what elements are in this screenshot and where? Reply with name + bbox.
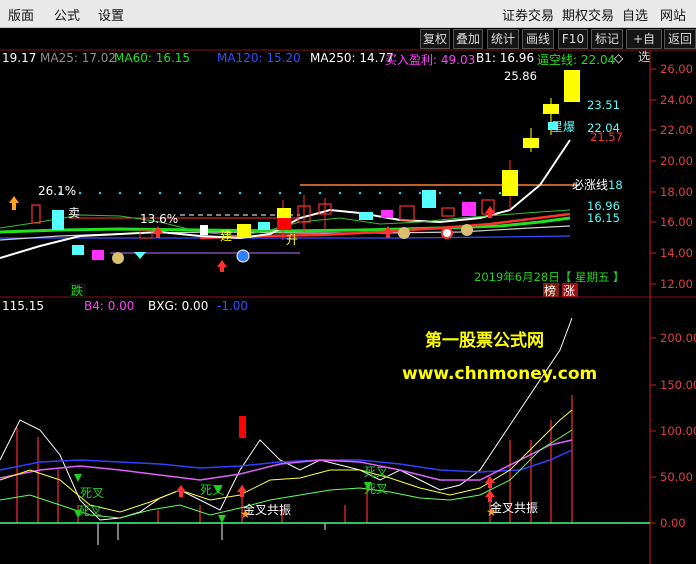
sub-value: 115.15	[2, 299, 44, 313]
b4-value: B4: 0.00	[84, 299, 135, 313]
sub-axis-tick-200: 200.00	[660, 331, 696, 345]
dead-cross-label-3: 死叉	[200, 483, 224, 497]
sub-down-arrows	[74, 474, 372, 523]
dead-cross-label-4: 死叉	[364, 465, 388, 479]
price-label-21: 21.57	[590, 130, 623, 144]
sub-axis-tick-50: 50.00	[660, 470, 693, 484]
sub-indicator-header: 115.15 B4: 0.00 BXG: 0.00 -1.00	[0, 299, 696, 316]
price-label-16-15: 16.15	[587, 211, 620, 225]
axis-tick-16: 16.00	[660, 215, 693, 229]
must-rise-label: 必涨线	[572, 177, 608, 192]
main-price-axis: 26.00 24.00 22.00 20.00 18.00 16.00 14.0…	[650, 62, 693, 291]
diamond-icon[interactable]: ◇	[614, 51, 623, 65]
bxg-value: BXG: 0.00	[148, 299, 209, 313]
b1-value: B1: 16.96	[476, 51, 535, 65]
buy-profit-value: 买入盈利: 49.03	[385, 53, 476, 67]
sub-neg-bars	[97, 523, 326, 545]
ma25-value: MA25: 17.02	[40, 51, 117, 65]
price-label-23: 23.51	[587, 98, 620, 112]
pct-label-13: 13.6%	[140, 212, 178, 226]
axis-tick-14: 14.00	[660, 246, 693, 260]
force-line-value: 逼空线: 22.04	[537, 53, 616, 67]
watermark-title: 第一股票公式网	[425, 330, 544, 351]
dead-cross-label-1: 死叉	[80, 486, 104, 500]
date-label: 2019年6月28日【 星期五 】	[474, 270, 625, 284]
diamond-icon	[134, 252, 146, 259]
sub-red-block	[239, 416, 246, 438]
ma250-value: MA250: 14.77	[310, 51, 394, 65]
watermark-url: www.chnmoney.com	[402, 364, 597, 384]
sell-label: 卖	[68, 206, 80, 220]
sub-value-axis: 200.00 150.00 100.00 50.00 0.00	[650, 331, 696, 530]
ma5-line	[0, 139, 571, 259]
gold-resonance-label-2: 金叉共振	[490, 500, 538, 515]
axis-tick-20: 20.00	[660, 154, 693, 168]
high-price-label: 25.86	[504, 69, 537, 83]
dead-cross-label-5: 死叉	[364, 482, 388, 496]
star-icon: ★	[486, 505, 497, 519]
axis-tick-12: 12.00	[660, 277, 693, 291]
rise-badge-label: 涨	[563, 283, 575, 298]
sub-axis-tick-150: 150.00	[660, 378, 696, 392]
axis-tick-22: 22.00	[660, 123, 693, 137]
ma-value: 19.17	[2, 51, 37, 65]
star-icon: ★	[240, 507, 251, 521]
rank-label: 榜	[544, 283, 556, 298]
build-label: 建	[220, 229, 232, 243]
pct-label-26: 26.1%	[38, 184, 76, 198]
sub-axis-tick-0: 0.00	[660, 516, 686, 530]
main-indicator-header: 19.17 MA25: 17.02 MA60: 16.15 MA120: 15.…	[0, 51, 696, 68]
dead-cross-label-2: 死叉	[78, 504, 102, 518]
neg-value: -1.00	[217, 299, 249, 313]
chart-canvas: 26.00 24.00 22.00 20.00 18.00 16.00 14.0…	[0, 49, 696, 564]
star-peak-label: 星爆	[551, 120, 575, 134]
price-label-18: 18	[608, 178, 623, 192]
sub-axis-tick-100: 100.00	[660, 424, 696, 438]
axis-tick-18: 18.00	[660, 185, 693, 199]
fall-label: 跌	[71, 283, 83, 298]
rise-label: 升	[286, 233, 298, 247]
ma120-value: MA120: 15.20	[217, 51, 301, 65]
axis-tick-24: 24.00	[660, 93, 693, 107]
ma60-value: MA60: 16.15	[114, 51, 191, 65]
